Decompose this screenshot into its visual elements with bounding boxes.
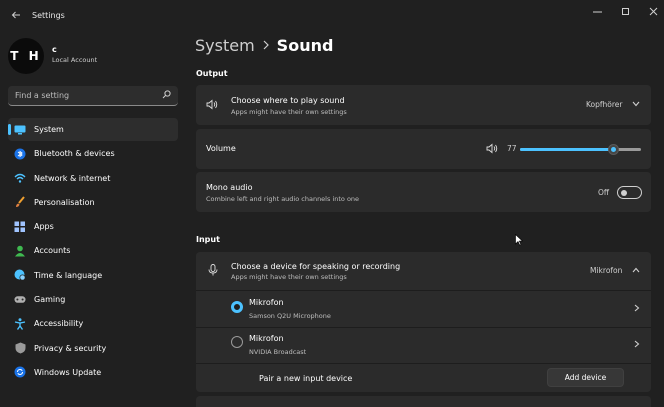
- input-heading: Input: [196, 235, 220, 244]
- chevron-up-icon[interactable]: [632, 266, 640, 275]
- input-device-row-1[interactable]: Mikrofon Samson Q2U Microphone: [196, 291, 651, 327]
- shield-icon: [14, 342, 26, 354]
- breadcrumb: System Sound: [195, 36, 333, 55]
- sidebar-item-label: Windows Update: [34, 367, 102, 377]
- input-device-selected[interactable]: Mikrofon: [590, 266, 622, 275]
- maximize-icon: [621, 7, 629, 15]
- sidebar-item-label: Gaming: [34, 295, 66, 305]
- close-button[interactable]: [636, 0, 664, 22]
- volume-label: Volume: [206, 144, 236, 153]
- back-arrow-icon[interactable]: [4, 3, 28, 27]
- title-bar: Settings: [0, 0, 664, 30]
- device-detail: Samson Q2U Microphone: [249, 312, 331, 320]
- chevron-right-icon: [263, 39, 269, 53]
- output-device-subtitle: Apps might have their own settings: [231, 108, 347, 116]
- sidebar-item-windows-update[interactable]: Windows Update: [8, 361, 178, 384]
- sidebar-item-privacy-security[interactable]: Privacy & security: [8, 337, 178, 360]
- volume-slider-fill: [520, 148, 614, 151]
- avatar[interactable]: T H: [8, 38, 44, 74]
- pair-device-label: Pair a new input device: [259, 374, 353, 383]
- sidebar-item-system[interactable]: System: [8, 118, 178, 141]
- add-device-button[interactable]: Add device: [547, 368, 624, 387]
- output-device-card[interactable]: Choose where to play sound Apps might ha…: [196, 85, 651, 125]
- sidebar-item-label: Bluetooth & devices: [34, 149, 115, 159]
- sidebar-item-label: Network & internet: [34, 173, 111, 183]
- window-title: Settings: [32, 10, 65, 20]
- device-name: Mikrofon: [249, 334, 284, 343]
- device-radio-selected[interactable]: [231, 301, 243, 313]
- input-device-card[interactable]: Choose a device for speaking or recordin…: [196, 252, 651, 290]
- search-icon[interactable]: [162, 90, 171, 101]
- gamepad-icon: [14, 294, 26, 306]
- input-device-row-2[interactable]: Mikrofon NVIDIA Broadcast: [196, 328, 651, 363]
- breadcrumb-parent[interactable]: System: [195, 36, 255, 55]
- sidebar-item-label: Accessibility: [34, 319, 84, 329]
- sidebar-item-time-language[interactable]: Time & language: [8, 264, 178, 287]
- page-title: Sound: [276, 36, 334, 55]
- device-radio[interactable]: [231, 336, 243, 348]
- globe-clock-icon: [14, 269, 26, 281]
- sidebar-item-personalisation[interactable]: Personalisation: [8, 191, 178, 214]
- sidebar-item-label: Apps: [34, 222, 54, 232]
- search-box[interactable]: [8, 86, 178, 106]
- output-device-selected[interactable]: Kopfhörer: [586, 100, 623, 109]
- sidebar-nav: System Bluetooth & devices Network & int…: [8, 118, 178, 385]
- chevron-right-icon[interactable]: [634, 304, 640, 314]
- accessibility-icon: [14, 318, 26, 330]
- sidebar-item-accessibility[interactable]: Accessibility: [8, 312, 178, 335]
- sidebar-item-label: Privacy & security: [34, 343, 107, 353]
- sidebar-item-accounts[interactable]: Accounts: [8, 239, 178, 262]
- sidebar-item-label: Personalisation: [34, 197, 95, 207]
- mono-audio-title: Mono audio: [206, 183, 253, 192]
- input-device-subtitle: Apps might have their own settings: [231, 273, 347, 281]
- profile-account-type: Local Account: [52, 56, 98, 64]
- output-device-title: Choose where to play sound: [231, 96, 345, 105]
- sidebar-item-label: Accounts: [34, 246, 71, 256]
- brush-icon: [14, 196, 26, 208]
- sidebar-item-label: Time & language: [34, 270, 103, 280]
- volume-speaker-icon[interactable]: [486, 143, 498, 157]
- sidebar-item-label: System: [34, 125, 64, 134]
- microphone-icon: [208, 264, 218, 279]
- mono-audio-card: Mono audio Combine left and right audio …: [196, 172, 651, 212]
- sidebar-item-gaming[interactable]: Gaming: [8, 288, 178, 311]
- volume-value: 77: [507, 144, 517, 153]
- speaker-icon: [206, 99, 218, 113]
- mouse-cursor-icon: [515, 231, 524, 246]
- update-icon: [14, 366, 26, 378]
- sidebar-item-apps[interactable]: Apps: [8, 215, 178, 238]
- device-name: Mikrofon: [249, 298, 284, 307]
- input-device-title: Choose a device for speaking or recordin…: [231, 262, 401, 271]
- device-detail: NVIDIA Broadcast: [249, 348, 307, 356]
- chevron-right-icon[interactable]: [634, 340, 640, 350]
- chevron-down-icon[interactable]: [632, 100, 640, 109]
- search-input[interactable]: [15, 91, 162, 100]
- next-card: [196, 396, 651, 407]
- wifi-icon: [14, 172, 26, 184]
- volume-slider[interactable]: [520, 144, 641, 155]
- mono-audio-toggle[interactable]: [617, 186, 642, 199]
- monitor-icon: [14, 124, 26, 136]
- mono-audio-state: Off: [598, 188, 610, 197]
- bluetooth-icon: [14, 148, 26, 160]
- person-icon: [14, 245, 26, 257]
- profile-name: c: [52, 45, 57, 54]
- output-heading: Output: [196, 69, 228, 78]
- sidebar-item-network[interactable]: Network & internet: [8, 167, 178, 190]
- apps-icon: [14, 221, 26, 233]
- sidebar-item-bluetooth[interactable]: Bluetooth & devices: [8, 142, 178, 165]
- mono-audio-subtitle: Combine left and right audio channels in…: [206, 195, 360, 203]
